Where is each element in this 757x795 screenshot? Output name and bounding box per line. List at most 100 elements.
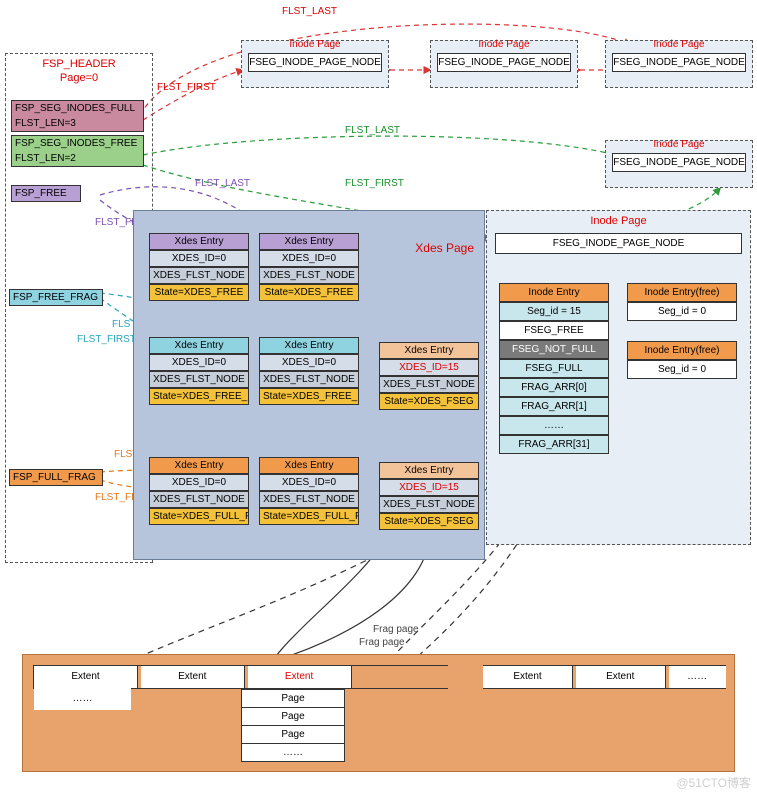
xdes-id: XDES_ID=0 xyxy=(149,474,249,491)
fsp-full-frag-name: FSP_FULL_FRAG xyxy=(10,470,102,485)
inode-entry-main: Inode Entry Seg_id = 15 FSEG_FREE FSEG_N… xyxy=(499,283,609,454)
xdes-state: State=XDES_FSEG xyxy=(379,393,479,410)
xdes-entry-free-b: Xdes Entry XDES_ID=0 XDES_FLST_NODE Stat… xyxy=(259,233,359,301)
xdes-id: XDES_ID=0 xyxy=(149,354,249,371)
inode-entry-fsegfree: FSEG_FREE xyxy=(499,321,609,340)
label-flst-last-v: FLST_LAST xyxy=(195,178,250,189)
inode-page-title: Inode Page xyxy=(487,211,750,231)
xdes-state: State=XDES_FULL_FRAG xyxy=(149,508,249,525)
xdes-entry-header: Xdes Entry xyxy=(149,457,249,474)
fsp-header-title: FSP_HEADER Page=0 xyxy=(6,54,152,90)
label-frag-page-1: Frag page xyxy=(373,624,419,635)
xdes-entry-header: Xdes Entry xyxy=(379,462,479,479)
fsp-free-name: FSP_FREE xyxy=(12,186,80,201)
seg-inodes-full-len: FLST_LEN=3 xyxy=(12,116,143,131)
extent-panel: Extent Extent Extent …… Extent Extent ……… xyxy=(22,654,735,772)
inode-entry-free-1: Inode Entry(free) Seg_id = 0 xyxy=(627,283,737,321)
inode-page-3: Inode Page FSEG_INODE_PAGE_NODE xyxy=(605,40,753,88)
extent-row-left: Extent Extent Extent …… xyxy=(33,665,448,689)
xdes-page: Xdes Page Xdes Entry XDES_ID=0 XDES_FLST… xyxy=(133,210,485,560)
inode-page-green-1: Inode Page FSEG_INODE_PAGE_NODE xyxy=(605,140,753,188)
block-fsp-free: FSP_FREE xyxy=(11,185,81,202)
inode-entry-fsegfull: FSEG_FULL xyxy=(499,359,609,378)
inode-entry-arr1: FRAG_ARR[1] xyxy=(499,397,609,416)
xdes-flst-node: XDES_FLST_NODE xyxy=(149,267,249,284)
xdes-entry-header: Xdes Entry xyxy=(149,233,249,250)
block-fsp-free-frag: FSP_FREE_FRAG xyxy=(9,289,103,306)
page-dots: …… xyxy=(241,744,345,762)
xdes-id: XDES_ID=0 xyxy=(149,250,249,267)
xdes-flst-node: XDES_FLST_NODE xyxy=(259,491,359,508)
inode-entry-arr0: FRAG_ARR[0] xyxy=(499,378,609,397)
fsp-header-panel: FSP_HEADER Page=0 FSP_SEG_INODES_FULL FL… xyxy=(5,53,153,563)
xdes-flst-node: XDES_FLST_NODE xyxy=(149,491,249,508)
xdes-id: XDES_ID=15 xyxy=(379,479,479,496)
xdes-state: State=XDES_FREE_FRAG xyxy=(259,388,359,405)
extent-dots: …… xyxy=(34,688,131,710)
block-seg-inodes-free: FSP_SEG_INODES_FREE FLST_LEN=2 xyxy=(11,135,144,167)
page-stack: Page Page Page …… xyxy=(241,689,345,762)
xdes-flst-node: XDES_FLST_NODE xyxy=(259,267,359,284)
inode-entry-free-title: Inode Entry(free) xyxy=(627,341,737,360)
inode-page-node: FSEG_INODE_PAGE_NODE xyxy=(612,53,746,72)
label-frag-page-2: Frag page xyxy=(359,637,405,648)
inode-entry-free-title: Inode Entry(free) xyxy=(627,283,737,302)
xdes-entry-freefrag-b: Xdes Entry XDES_ID=0 XDES_FLST_NODE Stat… xyxy=(259,337,359,405)
xdes-entry-fullfrag-b: Xdes Entry XDES_ID=0 XDES_FLST_NODE Stat… xyxy=(259,457,359,525)
inode-page-title: Inode Page xyxy=(431,39,577,50)
xdes-entry-header: Xdes Entry xyxy=(259,233,359,250)
xdes-id: XDES_ID=0 xyxy=(259,474,359,491)
label-flst-first-g: FLST_FIRST xyxy=(345,178,404,189)
xdes-flst-node: XDES_FLST_NODE xyxy=(149,371,249,388)
xdes-entry-fullfrag-a: Xdes Entry XDES_ID=0 XDES_FLST_NODE Stat… xyxy=(149,457,249,525)
xdes-state: State=XDES_FREE xyxy=(149,284,249,301)
xdes-flst-node: XDES_FLST_NODE xyxy=(379,376,479,393)
xdes-state: State=XDES_FREE xyxy=(259,284,359,301)
xdes-state: State=XDES_FSEG xyxy=(379,513,479,530)
inode-entry-title: Inode Entry xyxy=(499,283,609,302)
xdes-entry-header: Xdes Entry xyxy=(149,337,249,354)
inode-page-1: Inode Page FSEG_INODE_PAGE_NODE xyxy=(241,40,389,88)
xdes-id: XDES_ID=15 xyxy=(379,359,479,376)
watermark: @51CTO博客 xyxy=(676,774,751,791)
extent-cell: Extent xyxy=(141,666,245,688)
fsp-free-frag-name: FSP_FREE_FRAG xyxy=(10,290,102,305)
xdes-state: State=XDES_FREE_FRAG xyxy=(149,388,249,405)
extent-cell-red: Extent xyxy=(248,666,352,688)
extent-cell: Extent xyxy=(576,666,666,688)
xdes-entry-freefrag-a: Xdes Entry XDES_ID=0 XDES_FLST_NODE Stat… xyxy=(149,337,249,405)
extent-dots: …… xyxy=(669,666,726,688)
inode-page-title: Inode Page xyxy=(606,39,752,50)
seg-inodes-free-name: FSP_SEG_INODES_FREE xyxy=(12,136,143,151)
xdes-flst-node: XDES_FLST_NODE xyxy=(259,371,359,388)
xdes-entry-header: Xdes Entry xyxy=(379,342,479,359)
inode-page-main: Inode Page FSEG_INODE_PAGE_NODE Inode En… xyxy=(486,210,751,545)
inode-page-node: FSEG_INODE_PAGE_NODE xyxy=(248,53,382,72)
seg-inodes-free-len: FLST_LEN=2 xyxy=(12,151,143,166)
xdes-state: State=XDES_FULL_FRAG xyxy=(259,508,359,525)
inode-entry-seg0: Seg_id = 0 xyxy=(627,360,737,379)
inode-entry-notfull: FSEG_NOT_FULL xyxy=(499,340,609,359)
xdes-entry-header: Xdes Entry xyxy=(259,337,359,354)
inode-entry-segid: Seg_id = 15 xyxy=(499,302,609,321)
xdes-flst-node: XDES_FLST_NODE xyxy=(379,496,479,513)
inode-page-title: Inode Page xyxy=(606,139,752,150)
xdes-page-title: Xdes Page xyxy=(415,241,474,255)
inode-entry-arr31: FRAG_ARR[31] xyxy=(499,435,609,454)
block-seg-inodes-full: FSP_SEG_INODES_FULL FLST_LEN=3 xyxy=(11,100,144,132)
label-flst-last-g: FLST_LAST xyxy=(345,125,400,136)
xdes-entry-free-a: Xdes Entry XDES_ID=0 XDES_FLST_NODE Stat… xyxy=(149,233,249,301)
inode-entry-seg0: Seg_id = 0 xyxy=(627,302,737,321)
xdes-entry-fseg-2: Xdes Entry XDES_ID=15 XDES_FLST_NODE Sta… xyxy=(379,462,479,530)
inode-page-node: FSEG_INODE_PAGE_NODE xyxy=(495,233,742,254)
xdes-entry-header: Xdes Entry xyxy=(259,457,359,474)
inode-entry-free-2: Inode Entry(free) Seg_id = 0 xyxy=(627,341,737,379)
label-flst-first: FLST_FIRST xyxy=(157,82,216,93)
inode-page-title: Inode Page xyxy=(242,39,388,50)
inode-entry-dots: …… xyxy=(499,416,609,435)
page-cell: Page xyxy=(241,726,345,744)
inode-page-node: FSEG_INODE_PAGE_NODE xyxy=(612,153,746,172)
extent-cell: Extent xyxy=(483,666,573,688)
page-cell: Page xyxy=(241,708,345,726)
page-cell: Page xyxy=(241,689,345,708)
